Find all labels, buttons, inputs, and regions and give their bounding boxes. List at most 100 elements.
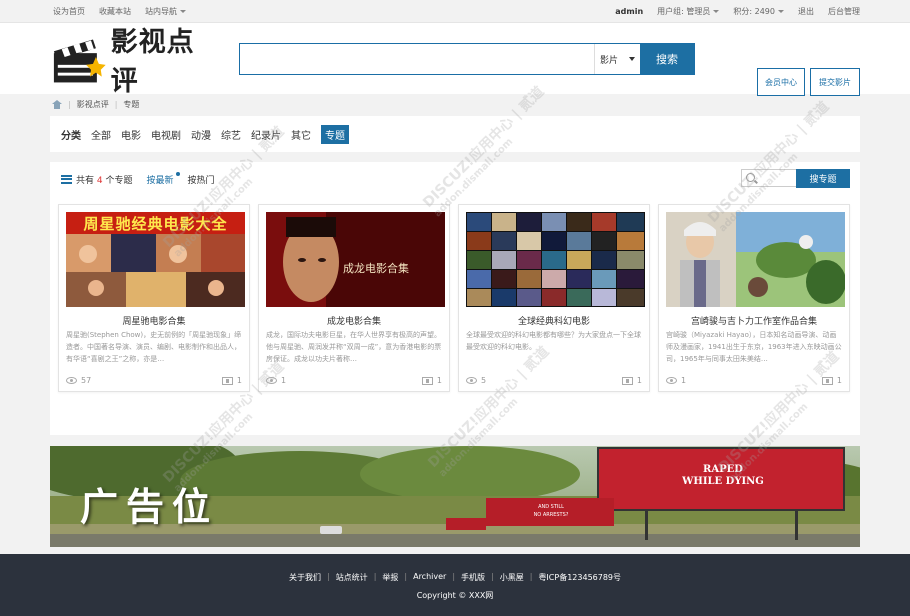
topic-stats: 5 1 — [466, 376, 642, 385]
billboard-small-text-1: AND STILL — [538, 504, 564, 510]
category-variety[interactable]: 综艺 — [221, 127, 241, 142]
view-count-value: 1 — [281, 376, 287, 385]
view-count-value: 5 — [481, 376, 487, 385]
topic-description: 宫崎骏（Miyazaki Hayao），日本知名动画导演、动画师及漫画家，194… — [666, 331, 842, 363]
logo-text: 影视点评 — [110, 27, 195, 97]
user-group-dropdown[interactable]: 用户组: 管理员 — [657, 6, 720, 17]
chevron-down-icon — [629, 57, 635, 61]
topic-poster[interactable]: 周星驰经典电影大全 — [66, 212, 245, 307]
footer-about-link[interactable]: 关于我们 — [289, 572, 321, 583]
chevron-down-icon — [180, 9, 186, 13]
topic-panel: 共有 4 个专题 按最新 按热门 搜专题 周星驰经典电影大全 周星驰电影合集 周… — [50, 162, 860, 435]
search-button[interactable]: 搜索 — [640, 44, 694, 74]
movie-count: 1 — [621, 376, 642, 385]
username-link[interactable]: admin — [615, 7, 643, 16]
chevron-down-icon — [778, 9, 784, 13]
topic-title[interactable]: 宫崎骏与吉卜力工作室作品合集 — [659, 314, 849, 327]
breadcrumb-item: 专题 — [123, 100, 140, 109]
category-documentary[interactable]: 纪录片 — [251, 127, 281, 142]
film-icon — [221, 376, 233, 385]
bookmark-link[interactable]: 收藏本站 — [99, 6, 131, 17]
topic-title[interactable]: 周星驰电影合集 — [59, 314, 249, 327]
billboard-text-1: RAPED — [703, 464, 743, 475]
topic-description: 周星驰(Stephen Chow)，史无前例的「周星驰现象」缔造者。中国著名导演… — [66, 331, 242, 363]
topic-poster[interactable]: 成龙电影合集 — [266, 212, 445, 307]
movie-count-value: 1 — [836, 376, 842, 385]
set-home-link[interactable]: 设为首页 — [53, 6, 85, 17]
film-icon — [821, 376, 833, 385]
footer-links: 关于我们 | 站点统计 | 举报 | Archiver | 手机版 | 小黑屋 | 粤ICP… — [288, 572, 622, 583]
points-label: 积分: 2490 — [733, 6, 775, 16]
topic-title[interactable]: 成龙电影合集 — [259, 314, 449, 327]
user-group-label: 用户组: 管理员 — [657, 6, 711, 16]
points-dropdown[interactable]: 积分: 2490 — [733, 6, 784, 17]
submit-movie-button[interactable]: 提交影片 — [810, 68, 860, 96]
list-icon — [61, 174, 72, 184]
movie-count: 1 — [421, 376, 442, 385]
count-number: 4 — [96, 175, 103, 186]
category-anime[interactable]: 动漫 — [191, 127, 211, 142]
footer-archiver-link[interactable]: Archiver — [413, 572, 446, 583]
eye-icon — [666, 377, 677, 384]
view-count: 1 — [266, 376, 286, 385]
topic-search-button[interactable]: 搜专题 — [796, 169, 850, 188]
topic-description: 全球最受欢迎的科幻电影都有哪些？为大家盘点一下全球最受欢迎的科幻电影。 — [466, 331, 641, 351]
member-center-button[interactable]: 会员中心 — [757, 68, 805, 96]
site-logo[interactable]: 影视点评 — [50, 27, 220, 97]
category-movie[interactable]: 电影 — [121, 127, 141, 142]
home-icon[interactable] — [52, 100, 62, 109]
footer-blackroom-link[interactable]: 小黑屋 — [500, 572, 524, 583]
view-count-value: 57 — [81, 376, 92, 385]
view-count-value: 1 — [681, 376, 687, 385]
topic-title[interactable]: 全球经典科幻电影 — [459, 314, 649, 327]
billboard-small-text-2: NO ARRESTS? — [533, 512, 569, 518]
site-nav-dropdown[interactable]: 站内导航 — [145, 6, 186, 17]
topic-poster[interactable] — [466, 212, 645, 307]
poster-title: 成龙电影合集 — [343, 262, 409, 275]
movie-count-value: 1 — [636, 376, 642, 385]
category-all[interactable]: 全部 — [91, 127, 111, 142]
footer-icp-link[interactable]: 粤ICP备123456789号 — [538, 572, 621, 583]
site-header: 影视点评 影片 搜索 会员中心 提交影片 — [0, 23, 910, 97]
count-suffix: 个专题 — [105, 175, 133, 186]
search-input[interactable] — [240, 44, 594, 74]
footer-stats-link[interactable]: 站点统计 — [336, 572, 368, 583]
sort-hot-link[interactable]: 按热门 — [188, 173, 215, 186]
breadcrumb-separator: | — [114, 100, 118, 109]
movie-count: 1 — [821, 376, 842, 385]
ad-placeholder-text: 广告位 — [80, 484, 219, 529]
eye-icon — [66, 377, 77, 384]
logout-link[interactable]: 退出 — [798, 6, 814, 17]
footer-mobile-link[interactable]: 手机版 — [461, 572, 485, 583]
category-topic[interactable]: 专题 — [321, 124, 349, 144]
topic-card[interactable]: 全球经典科幻电影 全球最受欢迎的科幻电影都有哪些？为大家盘点一下全球最受欢迎的科… — [458, 204, 650, 392]
topic-card[interactable]: 周星驰经典电影大全 周星驰电影合集 周星驰(Stephen Chow)，史无前例… — [58, 204, 250, 392]
topic-count: 共有 4 个专题 — [76, 173, 133, 186]
topic-card[interactable]: 宫崎骏与吉卜力工作室作品合集 宫崎骏（Miyazaki Hayao），日本知名动… — [658, 204, 850, 392]
topic-card[interactable]: 成龙电影合集 成龙电影合集 成龙，国际功夫电影巨星，在华人世界享有极高的声望。他… — [258, 204, 450, 392]
topic-description: 成龙，国际功夫电影巨星，在华人世界享有极高的声望。他与周星驰、周润发并称“双周一… — [266, 331, 442, 363]
search-scope-select[interactable]: 影片 — [594, 44, 640, 74]
view-count: 1 — [666, 376, 686, 385]
search-bar: 影片 搜索 — [239, 43, 695, 75]
topic-poster[interactable] — [666, 212, 845, 307]
panel-header: 共有 4 个专题 按最新 按热门 — [50, 162, 860, 196]
movie-count-value: 1 — [236, 376, 242, 385]
category-bar: 分类 全部 电影 电视剧 动漫 综艺 纪录片 其它 专题 — [50, 116, 860, 152]
site-footer: 关于我们 | 站点统计 | 举报 | Archiver | 手机版 | 小黑屋 | 粤ICP… — [0, 554, 910, 616]
billboard-text-2: WHILE DYING — [682, 476, 764, 487]
ad-banner[interactable]: RAPED WHILE DYING AND STILL NO ARRESTS? … — [50, 446, 860, 547]
breadcrumb-item[interactable]: 影视点评 — [77, 99, 109, 110]
category-label: 分类 — [61, 130, 81, 142]
film-icon — [621, 376, 633, 385]
category-other[interactable]: 其它 — [291, 127, 311, 142]
view-count: 57 — [66, 376, 91, 385]
chevron-down-icon — [713, 9, 720, 13]
sort-latest-link[interactable]: 按最新 — [147, 171, 180, 186]
topic-stats: 1 1 — [666, 376, 842, 385]
footer-report-link[interactable]: 举报 — [382, 572, 398, 583]
admin-panel-link[interactable]: 后台管理 — [828, 6, 860, 17]
category-tv[interactable]: 电视剧 — [151, 127, 181, 142]
movie-count: 1 — [221, 376, 242, 385]
footer-copyright: Copyright © XXX网 — [416, 591, 494, 600]
